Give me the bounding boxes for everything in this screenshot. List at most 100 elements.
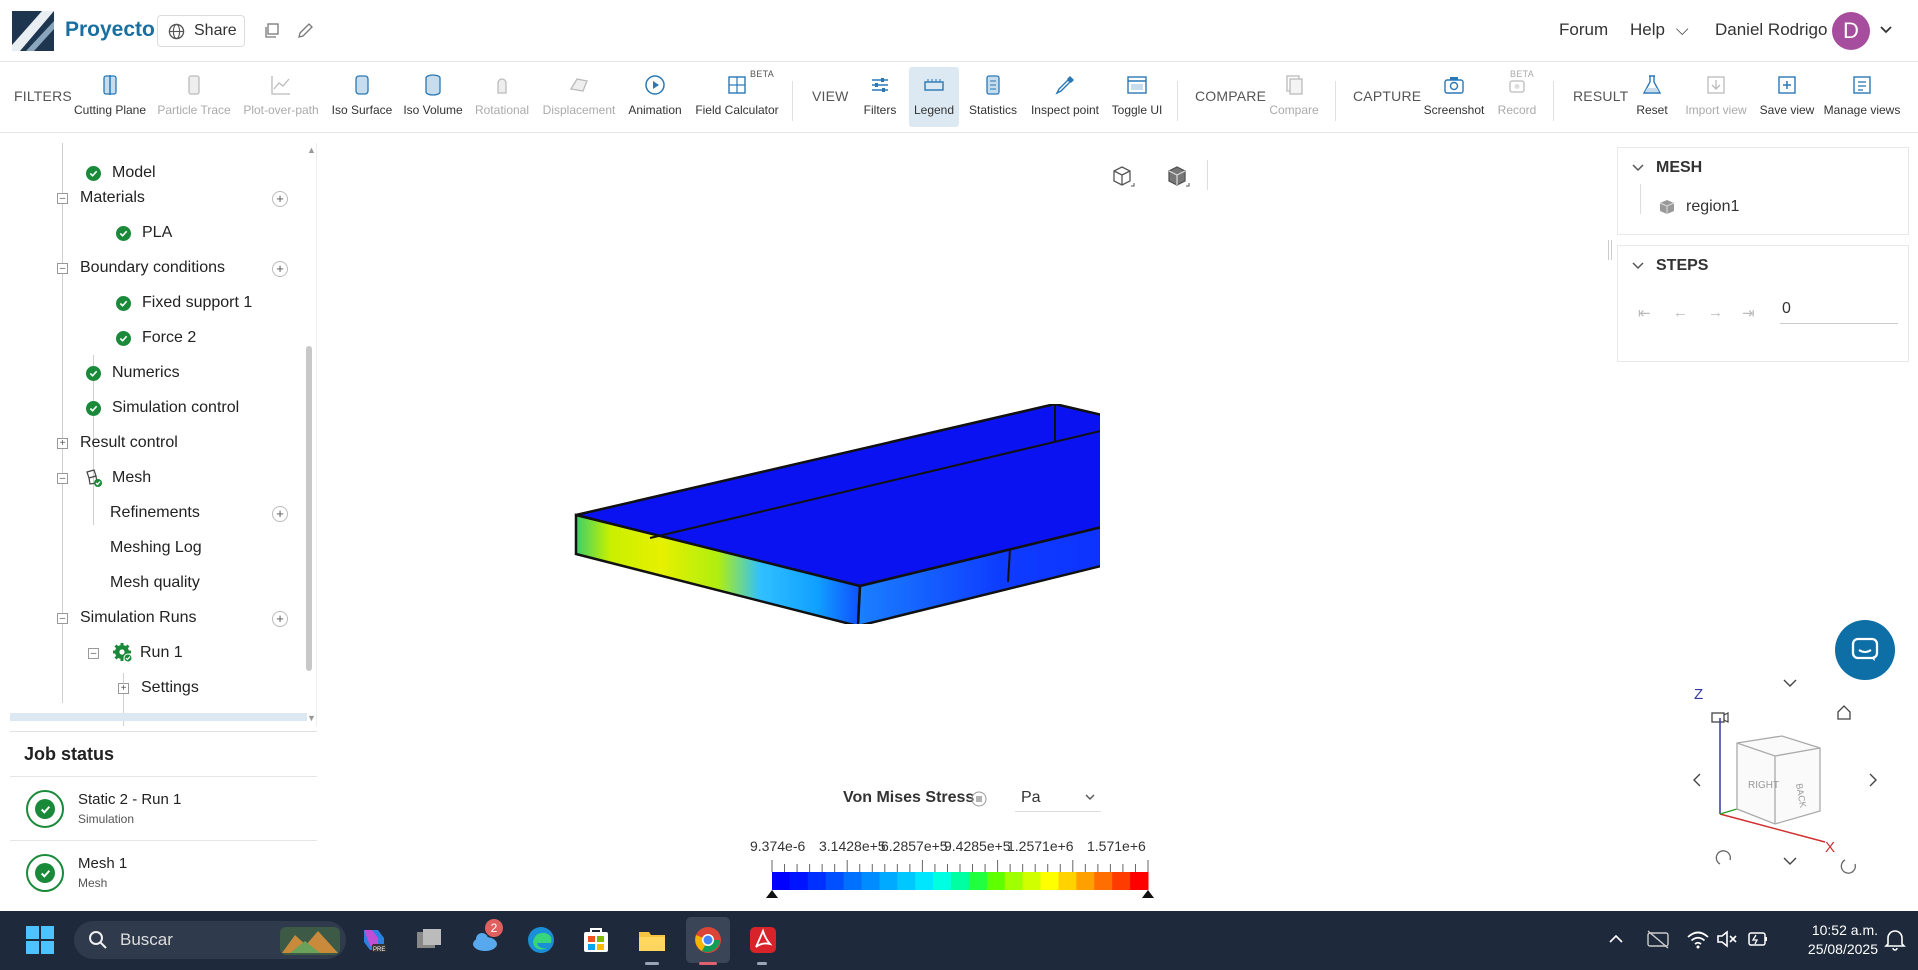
last-step-icon[interactable]: ⇥ [1742,304,1755,322]
legend-max-handle[interactable] [1142,890,1154,898]
manage-views-button[interactable]: Manage views [1824,73,1900,127]
panel-resize-handle[interactable] [1608,240,1612,260]
network-disconnected-icon[interactable] [1646,929,1670,949]
avatar[interactable]: D [1832,12,1870,50]
windows-start-icon[interactable] [24,924,56,956]
tree-item-force[interactable]: Force 2 [116,323,196,353]
collapse-icon[interactable]: – [57,263,68,274]
chat-support-button[interactable] [1835,620,1895,680]
add-refinement-icon[interactable]: + [272,506,288,522]
displacement-button[interactable]: Displacement [543,73,615,127]
edge-browser-icon[interactable] [525,924,557,956]
help-menu[interactable]: Help ⌵ [1630,20,1689,40]
tree-item-fixed-support[interactable]: Fixed support 1 [116,288,252,318]
chrome-browser-icon[interactable] [692,924,724,956]
particle-trace-button[interactable]: Particle Trace [157,73,231,127]
stress-result-model[interactable] [570,404,1100,624]
camera-view-icon [1711,712,1725,723]
app-logo-icon[interactable] [12,11,54,51]
legend-menu-icon[interactable] [971,791,987,807]
legend-title[interactable]: Von Mises Stress [843,789,974,807]
share-button[interactable]: Share [157,15,245,47]
file-explorer-icon[interactable] [636,924,668,956]
collapse-icon[interactable]: – [88,648,99,659]
mesh-panel-header[interactable]: MESH [1632,159,1702,177]
add-boundary-condition-icon[interactable]: + [272,261,288,277]
record-button[interactable]: BETA Record [1496,69,1538,127]
tree-item-simulation-control[interactable]: Simulation control [86,393,239,423]
collapse-icon[interactable]: – [57,613,68,624]
steps-panel-header[interactable]: STEPS [1632,257,1708,275]
unit-select[interactable]: Pa [1015,784,1101,812]
tree-item-meshing-log[interactable]: Meshing Log [110,533,202,563]
reset-button[interactable]: Reset [1634,73,1670,127]
taskbar-search[interactable]: Buscar [74,921,346,959]
expand-icon[interactable]: + [57,438,68,449]
copilot-icon[interactable]: PRE [358,924,390,956]
project-title[interactable]: Proyecto [65,18,155,42]
notification-center-icon[interactable] [1884,928,1906,952]
tree-item-numerics[interactable]: Numerics [86,358,180,388]
tree-item-mesh[interactable]: Mesh [84,463,151,493]
rotational-button[interactable]: Rotational [474,73,530,127]
tree-item-pla[interactable]: PLA [116,218,172,248]
add-run-icon[interactable]: + [272,611,288,627]
scroll-up-icon[interactable]: ▲ [307,145,316,155]
toggle-ui-button[interactable]: Toggle UI [1109,73,1165,127]
microsoft-store-icon[interactable] [580,924,612,956]
tree-item-boundary-conditions[interactable]: Boundary conditions [80,253,225,283]
iso-volume-button[interactable]: Iso Volume [403,73,463,127]
wireframe-cube-icon[interactable] [1108,162,1136,190]
acrobat-reader-icon[interactable] [747,924,779,956]
tree-item-simulation-runs[interactable]: Simulation Runs [80,603,197,633]
screenshot-button[interactable]: Screenshot [1424,73,1484,127]
3d-viewport[interactable]: MESH region1 STEPS ⇤ ← → ⇥ 0 Z X RIGHT B… [320,134,1918,910]
tree-item-run1[interactable]: Run 1 [112,638,183,668]
first-step-icon[interactable]: ⇤ [1638,304,1651,322]
tree-item-result-control[interactable]: Result control [80,428,178,458]
next-step-icon[interactable]: → [1708,304,1723,321]
job-item[interactable]: Mesh 1 Mesh [10,840,317,904]
volume-muted-icon[interactable] [1716,929,1740,949]
clock[interactable]: 10:52 a.m. 25/08/2025 [1788,921,1878,959]
system-tray-chevron-up-icon[interactable] [1608,933,1624,945]
solid-cube-icon[interactable] [1163,162,1191,190]
statistics-button[interactable]: Statistics [966,73,1020,127]
plot-over-path-button[interactable]: Plot-over-path [243,73,319,127]
scroll-down-icon[interactable]: ▼ [307,713,316,723]
region-item[interactable]: region1 [1658,198,1739,216]
legend-min-handle[interactable] [766,890,778,898]
job-item[interactable]: Static 2 - Run 1 Simulation [10,776,317,840]
compare-button[interactable]: Compare [1268,73,1320,127]
task-view-icon[interactable] [413,924,445,956]
edit-pencil-icon[interactable] [296,22,314,40]
user-name[interactable]: Daniel Rodrigo [1715,20,1827,40]
forum-link[interactable]: Forum [1559,20,1608,40]
tree-item-settings[interactable]: Settings [141,673,199,703]
tree-item-materials[interactable]: Materials [80,183,145,213]
previous-step-icon[interactable]: ← [1673,304,1688,321]
inspect-point-button[interactable]: Inspect point [1029,73,1101,127]
step-input[interactable]: 0 [1780,296,1898,324]
field-calculator-button[interactable]: BETA Field Calculator [695,69,779,127]
user-menu-chevron-icon[interactable] [1879,25,1893,35]
legend-color-bar[interactable] [760,858,1280,898]
tree-item-refinements[interactable]: Refinements [110,498,200,528]
collapse-icon[interactable]: – [57,193,68,204]
wifi-icon[interactable] [1686,929,1710,949]
collapse-icon[interactable]: – [57,473,68,484]
animation-button[interactable]: Animation [627,73,683,127]
iso-surface-button[interactable]: Iso Surface [332,73,392,127]
tree-item-mesh-quality[interactable]: Mesh quality [110,568,200,598]
expand-icon[interactable]: + [118,683,129,694]
battery-icon[interactable] [1745,929,1769,949]
navigation-cube[interactable]: RIGHT BACK [1670,674,1890,884]
save-view-button[interactable]: Save view [1760,73,1814,127]
legend-button[interactable]: Legend [909,67,959,127]
filters-button[interactable]: Filters [858,73,902,127]
cutting-plane-button[interactable]: Cutting Plane [74,73,146,127]
tree-scrollbar[interactable] [306,346,312,671]
copy-icon[interactable] [263,22,281,40]
add-material-icon[interactable]: + [272,191,288,207]
import-view-button[interactable]: Import view [1684,73,1748,127]
